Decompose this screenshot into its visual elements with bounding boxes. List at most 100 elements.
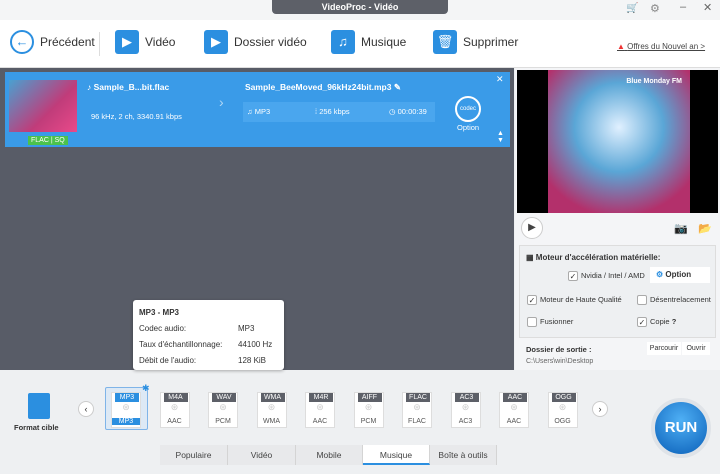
tab-4[interactable]: Boîte à outils <box>430 445 497 465</box>
add-folder-button[interactable]: ▶ Dossier vidéo <box>204 30 307 54</box>
gear-icon[interactable]: ⚙ <box>650 2 660 15</box>
format-item-wma[interactable]: WMA ⊛ WMA <box>254 392 290 428</box>
run-button[interactable]: RUN <box>651 398 711 458</box>
codec-gear-icon[interactable]: codec <box>455 96 481 122</box>
open-button[interactable]: Ouvrir <box>682 342 710 355</box>
tab-3[interactable]: Musique <box>363 445 430 465</box>
bitrate-param: ⁞ 256 kbps <box>315 102 350 122</box>
checkbox-checked[interactable]: ✓ <box>637 317 647 328</box>
tooltip-value: MP3 <box>238 324 255 333</box>
deinterlace-checkbox[interactable]: Désentrelacement <box>637 295 711 306</box>
source-filename: Sample_B...bit.flac <box>93 82 170 92</box>
copy-checkbox[interactable]: ✓ Copie ? <box>637 317 677 328</box>
hq-label: Moteur de Haute Qualité <box>540 295 622 304</box>
tooltip-key: Débit de l'audio: <box>139 356 197 365</box>
format-param: ♫ MP3 <box>247 102 270 122</box>
tab-0[interactable]: Populaire <box>160 445 228 465</box>
offers-label: Offres du Nouvel an > <box>627 42 706 51</box>
reel-icon: ⊛ <box>510 402 518 412</box>
output-folder-label: Dossier de sortie : <box>526 345 592 354</box>
format-file-icon: AIFF ⊛ PCM <box>353 392 384 428</box>
delete-button[interactable]: 🗑 Supprimer <box>433 30 518 54</box>
back-button[interactable]: ← Précédent <box>10 30 95 54</box>
output-filename-text: Sample_BeeMoved_96kHz24bit.mp3 <box>245 82 392 92</box>
reel-icon: ⊛ <box>219 402 227 412</box>
tooltip-value: 44100 Hz <box>238 340 273 349</box>
folder-icon[interactable]: 📂 <box>698 222 712 235</box>
format-item-wav[interactable]: WAV ⊛ PCM <box>205 392 241 428</box>
format-target-icon[interactable] <box>28 393 50 419</box>
reel-icon: ⊛ <box>170 402 179 412</box>
checkbox-checked[interactable]: ✓ <box>568 271 578 282</box>
format-name: FLAC <box>406 393 430 402</box>
reorder-icon[interactable]: ▲ ▼ <box>497 130 504 144</box>
camera-icon[interactable]: 📷 <box>674 222 688 235</box>
format-name: M4R <box>309 393 333 402</box>
remove-file-icon[interactable]: ✕ <box>496 74 504 85</box>
note-icon: ♫ <box>247 107 253 116</box>
copy-label: Copie <box>650 317 670 326</box>
format-name: AIFF <box>357 393 382 402</box>
format-value: MP3 <box>254 107 271 116</box>
close-button[interactable]: ✕ <box>703 1 712 14</box>
format-item-aiff[interactable]: AIFF ⊛ PCM <box>351 392 387 428</box>
deinterlace-label: Désentrelacement <box>650 295 711 304</box>
format-item-ogg[interactable]: OGG ⊛ OGG <box>545 392 581 428</box>
add-music-button[interactable]: ♫ Musique <box>331 30 406 54</box>
format-name: AAC <box>503 393 527 402</box>
window-title: VideoProc - Vidéo <box>272 0 448 14</box>
tab-2[interactable]: Mobile <box>296 445 363 465</box>
checkbox-checked[interactable]: ✓ <box>527 295 537 306</box>
format-item-m4r[interactable]: M4R ⊛ AAC <box>302 392 338 428</box>
hw-option-button[interactable]: ⚙ Option <box>650 267 710 283</box>
codec-option-button[interactable]: Option <box>457 123 479 132</box>
format-codec: AAC <box>312 418 328 425</box>
format-codec: WMA <box>262 418 281 425</box>
minimize-button[interactable]: – <box>680 1 686 13</box>
music-note-icon: ♪ <box>87 82 92 92</box>
checkbox-unchecked[interactable] <box>527 317 537 328</box>
format-file-icon: WMA ⊛ WMA <box>256 392 287 428</box>
reel-icon: ⊛ <box>364 402 373 412</box>
format-name: AC3 <box>454 393 479 402</box>
toolbar: ← Précédent ▶ Vidéo ▶ Dossier vidéo ♫ Musiqu… <box>0 20 720 68</box>
offers-link[interactable]: ▲ Offres du Nouvel an > <box>617 42 705 51</box>
output-filename[interactable]: Sample_BeeMoved_96kHz24bit.mp3 ✎ <box>245 82 401 93</box>
file-card[interactable]: ✕ ♪ Sample_B...bit.flac 96 kHz, 2 ch, 33… <box>5 72 510 147</box>
browse-button[interactable]: Parcourir <box>647 342 681 355</box>
format-codec: AAC <box>506 418 522 425</box>
music-add-icon: ♫ <box>331 30 355 54</box>
merge-checkbox[interactable]: Fusionner <box>527 317 573 328</box>
reel-icon: ⊛ <box>558 402 567 412</box>
scroll-left-button[interactable]: ‹ <box>78 401 94 417</box>
scroll-right-button[interactable]: › <box>592 401 608 417</box>
play-button[interactable]: ▶ <box>521 217 543 239</box>
tooltip-title: MP3 - MP3 <box>139 308 180 317</box>
format-name: WAV <box>212 393 236 402</box>
format-target-label: Format cible <box>14 423 59 432</box>
tab-1[interactable]: Vidéo <box>228 445 296 465</box>
hq-checkbox[interactable]: ✓ Moteur de Haute Qualité <box>527 295 622 306</box>
format-codec: AC3 <box>458 418 473 425</box>
hw-checkbox[interactable]: ✓ Nvidia / Intel / AMD <box>568 271 645 282</box>
format-item-mp3[interactable]: MP3 ⊛ MP3 <box>108 392 144 428</box>
source-info: 96 kHz, 2 ch, 3340.91 kbps <box>91 112 182 121</box>
format-codec: FLAC <box>408 418 426 425</box>
checkbox-unchecked[interactable] <box>637 295 647 306</box>
output-params[interactable]: ♫ MP3 ⁞ 256 kbps ◷ 00:00:39 <box>243 102 435 122</box>
cart-icon[interactable]: 🛒 <box>626 3 638 14</box>
help-icon[interactable]: ? <box>672 317 677 326</box>
gear-icon: ⚙ <box>656 270 664 279</box>
format-item-m4a[interactable]: M4A ⊛ AAC <box>157 392 193 428</box>
output-path: C:\Users\win\Desktop <box>526 358 594 365</box>
format-item-flac[interactable]: FLAC ⊛ FLAC <box>399 392 435 428</box>
add-video-button[interactable]: ▶ Vidéo <box>115 30 175 54</box>
quality-badge: FLAC | SQ <box>28 136 68 145</box>
format-file-icon: OGG ⊛ OGG <box>547 392 578 428</box>
duration-param: ◷ 00:00:39 <box>389 102 427 122</box>
reel-icon: ⊛ <box>122 402 130 412</box>
pencil-icon[interactable]: ✎ <box>394 82 401 92</box>
format-name: MP3 <box>115 393 139 402</box>
format-item-aac[interactable]: AAC ⊛ AAC <box>496 392 532 428</box>
format-item-ac3[interactable]: AC3 ⊛ AC3 <box>448 392 484 428</box>
